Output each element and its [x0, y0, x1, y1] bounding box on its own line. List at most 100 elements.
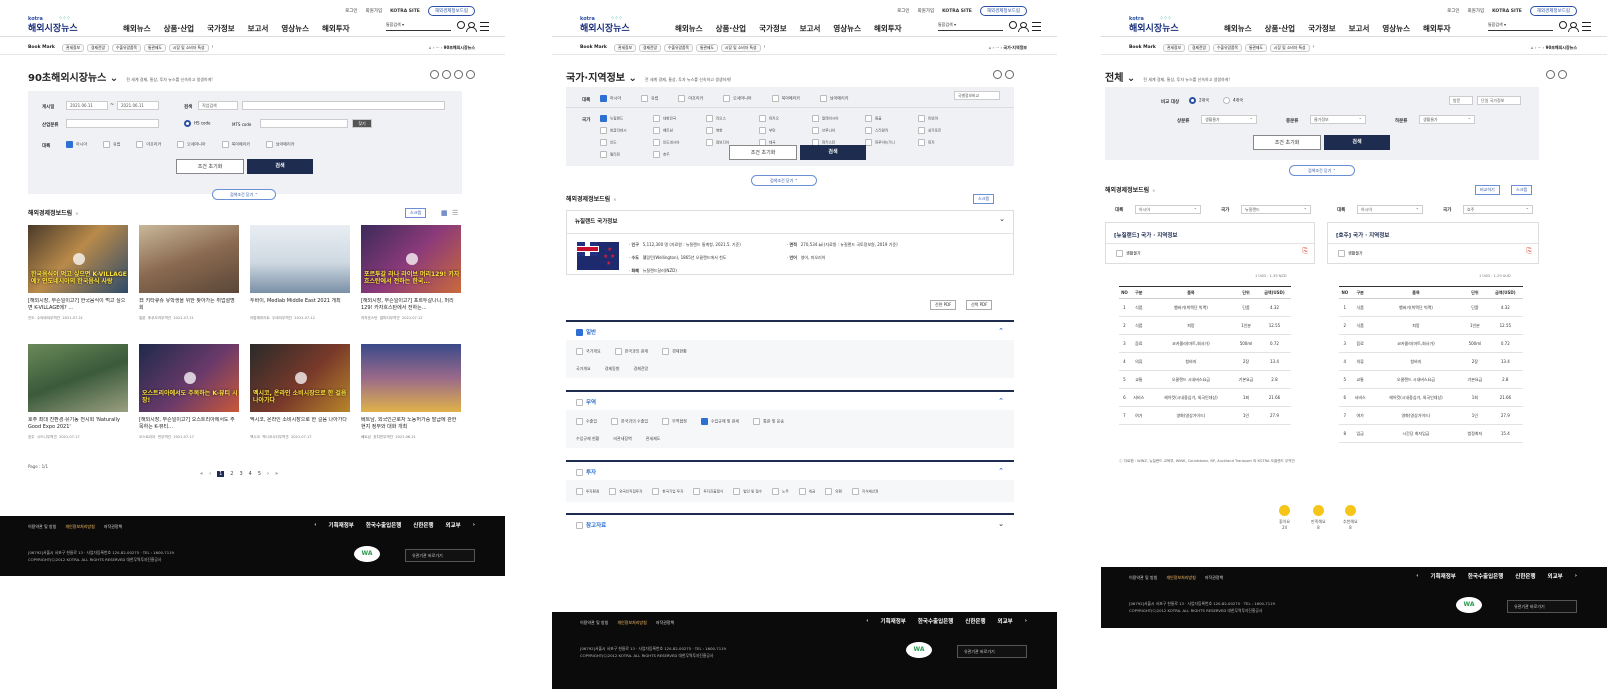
full-pdf-button[interactable]: 전면 PDF [930, 300, 957, 310]
country-check[interactable]: 인도 [600, 139, 644, 146]
search-select[interactable]: 통합검색 [1488, 22, 1503, 27]
date-from-input[interactable]: 2021.06.11 [66, 101, 108, 110]
signup-link[interactable]: 회원가입 [366, 8, 383, 14]
partner-logo[interactable]: 외교부 [998, 617, 1013, 625]
visit-button[interactable]: 방문 [1449, 96, 1473, 105]
footer-link[interactable]: 저작권정책 [104, 524, 122, 530]
reset-button[interactable]: 조건 초기화 [729, 145, 797, 160]
play-icon[interactable] [184, 372, 196, 384]
partner-logo[interactable]: 외교부 [446, 521, 461, 529]
next-icon[interactable]: › [1025, 618, 1027, 624]
topic-check[interactable]: 외환 [825, 488, 842, 495]
sub-item[interactable]: 경제동향 [605, 366, 620, 372]
accordion-general[interactable]: 일반 ⌃ [566, 320, 1014, 338]
country-check[interactable]: 피지 [918, 139, 962, 146]
nav-invest[interactable]: 해외투자 [1423, 23, 1451, 34]
family-site-select[interactable]: 유관기관 바로가기 [957, 645, 1027, 658]
bookmark-chip[interactable]: 수출유망품목 [663, 44, 693, 52]
bookmark-chip[interactable]: 경제전망 [638, 44, 661, 52]
thumbnail[interactable] [28, 344, 128, 412]
news-card[interactable]: 한국음식이 먹고 싶으면 K-VILLAGE에? 인도네시아의 한국음식 사랑 [… [28, 225, 128, 321]
country-check[interactable]: 필리핀 [600, 151, 644, 158]
country-check[interactable]: 파푸아뉴기니 [865, 139, 909, 146]
topic-check[interactable]: 통관 및 운송 [753, 418, 784, 425]
login-link[interactable]: 로그인 [345, 8, 357, 14]
card-title[interactable]: 호주 최대 친환경·유기농 전시회 'Naturally Good Expo 2… [28, 417, 128, 431]
prev-page-icon[interactable]: ‹ [209, 471, 211, 477]
nav-overseas-news[interactable]: 해외뉴스 [675, 23, 703, 34]
topic-check[interactable]: 수출입 [576, 418, 597, 425]
search-input[interactable]: 통합검색 ▾ [386, 21, 465, 31]
print-icon[interactable] [1546, 70, 1555, 79]
bookmark-chip[interactable]: 시장 및 소비자 특성 [168, 44, 209, 52]
bookmark-chip[interactable]: 경제전망 [1187, 44, 1210, 52]
kotra-logo[interactable]: kotra 해외시장뉴스 ⁘⁘⁘ [28, 15, 78, 34]
user-icon[interactable] [466, 22, 477, 32]
compare-print-button[interactable]: 비교하기 [1475, 185, 1500, 195]
country-select[interactable]: 호주 [1463, 205, 1533, 214]
country-check[interactable]: 호주 [653, 151, 697, 158]
footer-link[interactable]: 개인정보처리방침 [65, 524, 94, 530]
close-icon[interactable]: ✕ [613, 197, 616, 202]
search-button[interactable]: 검색 [247, 159, 313, 174]
card-title[interactable]: [해외시장, 무슨일이고?] 오스트리아에서도 주목하는 K-뷰티... [139, 417, 239, 431]
page-number[interactable]: 3 [239, 471, 242, 477]
nav-country[interactable]: 국가정보 [207, 23, 235, 34]
footer-link[interactable]: 저작권정책 [1205, 575, 1223, 581]
signup-link[interactable]: 회원가입 [918, 8, 935, 14]
page-number[interactable]: 1 [217, 471, 225, 477]
news-card[interactable]: 日 키타큐슈 유학생을 위한 찾아가는 취업설명회 일본 후쿠오카무역관 2021… [139, 225, 239, 321]
nav-video[interactable]: 영상뉴스 [281, 23, 309, 34]
page-title-text[interactable]: 국가·지역정보 [566, 73, 625, 84]
partner-logo[interactable]: 신한은행 [1515, 572, 1535, 580]
menu-icon[interactable] [1582, 22, 1591, 31]
region-check[interactable]: 오세아니아 [177, 141, 206, 148]
news-card[interactable]: 두바이, Medlab Middle East 2021 개최 아랍에미리트 두바… [250, 225, 350, 321]
country-select[interactable]: 뉴질랜드 [1241, 205, 1311, 214]
sub-item[interactable]: 수입규제 현황 [576, 436, 599, 442]
topic-check[interactable]: 투자환경 [576, 488, 599, 495]
chevron-right-icon[interactable]: › [764, 44, 766, 52]
login-link[interactable]: 로그인 [1447, 8, 1459, 14]
reset-button[interactable]: 조건 초기화 [1253, 135, 1321, 150]
thumbnail[interactable] [139, 225, 239, 293]
single-country-button[interactable]: 단일 국가정보 [1477, 96, 1521, 105]
close-icon[interactable]: ✕ [75, 211, 78, 216]
nav-video[interactable]: 영상뉴스 [1382, 23, 1410, 34]
bookmark-chip[interactable]: 수출유망품목 [111, 44, 141, 52]
topic-check[interactable]: 지식재산권 [851, 488, 878, 495]
topic-check[interactable]: 한국과의 관계 [614, 348, 648, 355]
country-check[interactable]: 부탄 [759, 127, 803, 134]
country-check[interactable]: 인도네시아 [653, 139, 697, 146]
partner-logo[interactable]: 기획재정부 [1431, 572, 1456, 580]
sub-item[interactable]: 경제전망 [633, 366, 648, 372]
bookmark-chip[interactable]: 관세정보 [62, 44, 84, 52]
topic-check[interactable]: 세금 [798, 488, 815, 495]
nav-overseas-news[interactable]: 해외뉴스 [1224, 23, 1252, 34]
play-icon[interactable] [295, 372, 307, 384]
econ-dream-pill[interactable]: 해외경제정보드림 [427, 6, 475, 16]
region-check[interactable]: 아프리카 [136, 141, 161, 148]
card-title[interactable]: 日 키타큐슈 유학생을 위한 찾아가는 취업설명회 [139, 298, 239, 312]
chevron-down-icon[interactable]: ⌄ [999, 215, 1005, 223]
topic-check[interactable]: 법인 및 절수 [733, 488, 762, 495]
country-check[interactable]: 싱가포르 [918, 127, 962, 134]
card-title[interactable]: 베트남, 외국인근로자 노동허가증 발급에 관한 현지 정부와 대화 개최 [361, 417, 461, 431]
accordion-trade[interactable]: 무역 ⌃ [566, 390, 1014, 408]
reset-button[interactable]: 조건 초기화 [176, 159, 244, 174]
thumbnail[interactable] [250, 225, 350, 293]
search-type-select[interactable]: 직업검색 [198, 101, 238, 110]
last-page-icon[interactable]: » [275, 471, 278, 477]
country-check[interactable]: 마카오 [759, 115, 803, 122]
bookmark-chip[interactable]: 시장 및 소비자 특성 [720, 44, 761, 52]
footer-link[interactable]: 저작권정책 [656, 620, 674, 626]
share-icon[interactable] [466, 70, 475, 79]
pdf-icon[interactable]: ⎘ [1526, 247, 1532, 256]
partner-logo[interactable]: 외교부 [1548, 572, 1563, 580]
next-icon[interactable]: › [473, 522, 475, 528]
thumbnail[interactable]: 오스트리아에서도 주목하는 K-뷰티 시장! [139, 344, 239, 412]
sub-item[interactable]: 관세제도 [646, 436, 661, 442]
nav-invest[interactable]: 해외투자 [322, 23, 350, 34]
kotra-site-select[interactable]: KOTRA SITE [942, 9, 972, 14]
card-title[interactable]: 멕시코, 온라인 소비시장으로 한 걸음 나아가다 [250, 417, 350, 431]
